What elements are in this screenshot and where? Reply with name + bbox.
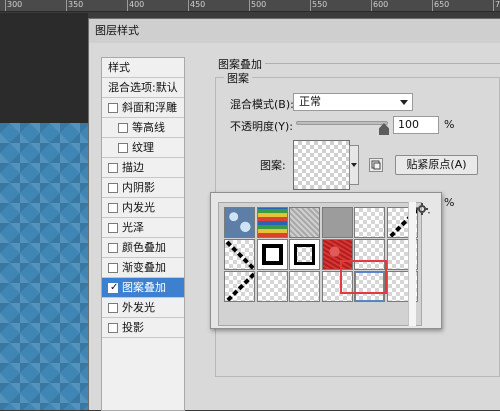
blend-mode-value: 正常	[299, 95, 321, 108]
pattern-swatch-gray-light[interactable]	[321, 207, 353, 238]
style-list-item-label: 投影	[122, 321, 144, 334]
style-checkbox[interactable]	[108, 203, 118, 213]
ruler-tick	[371, 0, 372, 11]
pattern-swatch-black-square[interactable]	[256, 239, 288, 270]
opacity-label: 不透明度(Y):	[230, 120, 294, 133]
style-list-item[interactable]: 光泽	[102, 218, 184, 238]
style-list-item[interactable]: 纹理	[102, 138, 184, 158]
ruler-tick	[66, 0, 67, 11]
selected-pattern-highlight	[340, 260, 387, 294]
ruler-label: 550	[312, 0, 328, 9]
style-list-item-label: 渐变叠加	[122, 261, 166, 274]
ruler-label: 450	[190, 0, 206, 9]
style-list-item[interactable]: 斜面和浮雕	[102, 98, 184, 118]
style-list-item[interactable]: 混合选项:默认	[102, 78, 184, 98]
ruler-label: 350	[68, 0, 84, 9]
style-checkbox[interactable]	[108, 303, 118, 313]
style-checkbox[interactable]	[108, 163, 118, 173]
style-checkbox[interactable]	[108, 323, 118, 333]
ruler-label: 650	[434, 0, 450, 9]
pattern-swatch-checker-pale[interactable]	[256, 271, 288, 302]
style-list-item-label: 外发光	[122, 301, 155, 314]
group-title: 图案	[224, 70, 252, 86]
scale-unit: %	[444, 196, 455, 209]
style-list-item-label: 图案叠加	[122, 281, 166, 294]
style-list-item-label: 光泽	[122, 221, 144, 234]
style-list-item-label: 等高线	[132, 121, 165, 134]
style-list-item[interactable]: 渐变叠加	[102, 258, 184, 278]
style-checkbox[interactable]	[108, 263, 118, 273]
ruler-tick	[493, 0, 494, 11]
ruler-label: 400	[129, 0, 145, 9]
style-checkbox[interactable]: ✓	[108, 282, 119, 293]
style-list-item[interactable]: 投影	[102, 318, 184, 338]
style-list-item[interactable]: ✓ 图案叠加	[102, 278, 184, 298]
pattern-swatch-diagonal-black-rev[interactable]	[224, 239, 255, 270]
ruler-tick	[127, 0, 128, 11]
style-checkbox[interactable]	[108, 103, 118, 113]
style-checkbox[interactable]	[118, 143, 128, 153]
style-list-header-label: 混合选项:默认	[108, 81, 178, 94]
opacity-unit: %	[444, 118, 455, 131]
ruler-label: 600	[373, 0, 389, 9]
pattern-picker-grid	[218, 202, 422, 326]
chevron-down-icon	[351, 163, 357, 167]
ruler-tick	[310, 0, 311, 11]
blend-mode-select[interactable]: 正常	[293, 93, 413, 111]
style-list-item-label: 描边	[122, 161, 144, 174]
pattern-dropdown-button[interactable]	[349, 145, 359, 185]
pattern-swatch-gray-noise[interactable]	[289, 207, 320, 238]
new-preset-icon[interactable]	[369, 158, 383, 172]
style-list-item-label: 斜面和浮雕	[122, 101, 177, 114]
style-checkbox[interactable]	[108, 243, 118, 253]
pattern-preview[interactable]	[293, 140, 350, 190]
canvas-dark-area	[0, 13, 88, 123]
ruler-tick	[432, 0, 433, 11]
style-list: 样式 混合选项:默认 斜面和浮雕 等高线 纹理 描边 内阴影 内发光 光泽 颜色叠加 渐变叠加 ✓ 图案…	[101, 57, 185, 411]
snap-to-origin-button[interactable]: 贴紧原点(A)	[395, 155, 478, 175]
section-divider	[265, 63, 500, 64]
canvas-pattern-area	[0, 123, 88, 410]
checkmark-icon: ✓	[110, 282, 119, 293]
style-checkbox[interactable]	[108, 223, 118, 233]
style-checkbox[interactable]	[108, 183, 118, 193]
style-list-item-label: 内发光	[122, 201, 155, 214]
ruler-label: 700	[495, 0, 500, 9]
pattern-swatch-diagonal-black-2[interactable]	[224, 271, 255, 302]
style-list-item-label: 纹理	[132, 141, 154, 154]
opacity-input[interactable]: 100	[393, 116, 439, 134]
ruler-tick	[5, 0, 6, 11]
style-list-item[interactable]: 外发光	[102, 298, 184, 318]
ruler-label: 500	[251, 0, 267, 9]
style-list-item[interactable]: 内阴影	[102, 178, 184, 198]
pattern-swatch-rainbow[interactable]	[256, 207, 288, 238]
opacity-slider[interactable]	[296, 121, 388, 125]
style-list-header-label: 样式	[108, 61, 130, 74]
style-list-item-label: 颜色叠加	[122, 241, 166, 254]
style-list-item[interactable]: 等高线	[102, 118, 184, 138]
pattern-picker-popup	[210, 192, 442, 329]
pattern-picker-scrollbar[interactable]	[408, 202, 416, 326]
style-list-item[interactable]: 颜色叠加	[102, 238, 184, 258]
style-checkbox[interactable]	[118, 123, 128, 133]
pattern-swatch-checker-square[interactable]	[289, 239, 320, 270]
pattern-swatch-checker-pale-2[interactable]	[289, 271, 320, 302]
ruler-label: 300	[7, 0, 23, 9]
style-list-item[interactable]: 描边	[102, 158, 184, 178]
pattern-swatch-blue-bubbles[interactable]	[224, 207, 255, 238]
blend-mode-label: 混合模式(B):	[230, 98, 294, 111]
ruler: 300 350 400 450 500 550 600 650 700	[0, 0, 500, 12]
pattern-swatch-checker[interactable]	[354, 207, 385, 238]
ruler-tick	[249, 0, 250, 11]
style-list-item-label: 内阴影	[122, 181, 155, 194]
ruler-tick	[188, 0, 189, 11]
chevron-down-icon	[400, 100, 408, 105]
gear-icon[interactable]	[416, 202, 430, 219]
pattern-label: 图案:	[260, 159, 286, 172]
style-list-item[interactable]: 内发光	[102, 198, 184, 218]
style-list-item[interactable]: 样式	[102, 58, 184, 78]
dialog-title: 图层样式	[89, 19, 500, 43]
